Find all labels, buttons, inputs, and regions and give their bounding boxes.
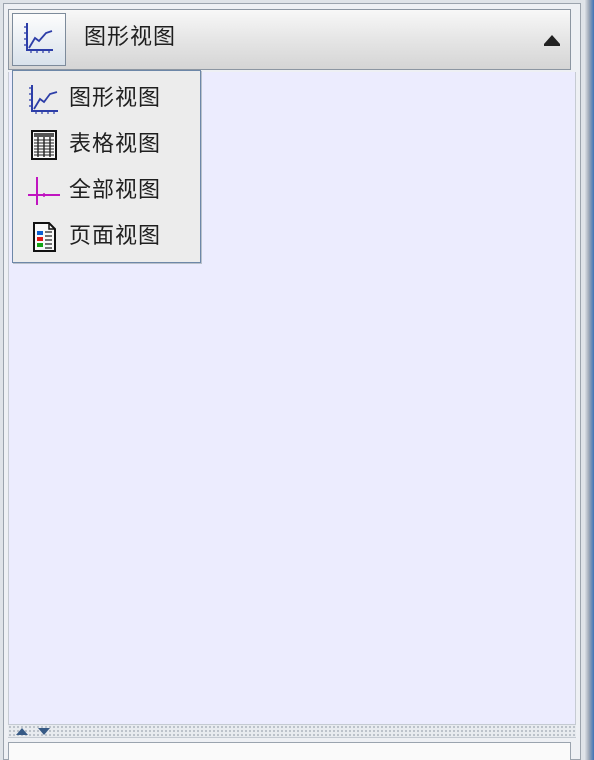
menu-item-label: 图形视图 xyxy=(69,86,162,111)
page-icon xyxy=(27,220,61,254)
line-chart-icon xyxy=(22,21,56,59)
bottom-panel xyxy=(8,742,571,760)
crosshair-icon xyxy=(27,174,61,208)
menu-item-label: 全部视图 xyxy=(69,178,162,203)
application-frame: 图形视图 图形视图 表格视图 全部视图 页面视图 xyxy=(0,0,594,760)
table-icon xyxy=(27,128,61,162)
chevron-up-icon[interactable] xyxy=(16,728,28,735)
menu-item-all-view[interactable]: 全部视图 xyxy=(13,168,200,214)
menu-item-label: 表格视图 xyxy=(69,132,162,157)
chevron-up-icon[interactable] xyxy=(544,35,560,46)
current-view-label: 图形视图 xyxy=(84,25,177,50)
window-right-edge xyxy=(584,0,594,760)
menu-item-label: 页面视图 xyxy=(69,224,162,249)
menu-item-page-view[interactable]: 页面视图 xyxy=(13,214,200,260)
view-selector[interactable]: 图形视图 xyxy=(8,9,571,70)
view-dropdown-menu: 图形视图 表格视图 全部视图 页面视图 xyxy=(12,70,201,263)
panel-splitter[interactable] xyxy=(8,724,576,738)
menu-item-table-view[interactable]: 表格视图 xyxy=(13,122,200,168)
line-chart-icon xyxy=(27,82,61,116)
chevron-down-icon[interactable] xyxy=(38,728,50,735)
view-selector-icon-button[interactable] xyxy=(12,13,66,66)
menu-item-graph-view[interactable]: 图形视图 xyxy=(13,76,200,122)
